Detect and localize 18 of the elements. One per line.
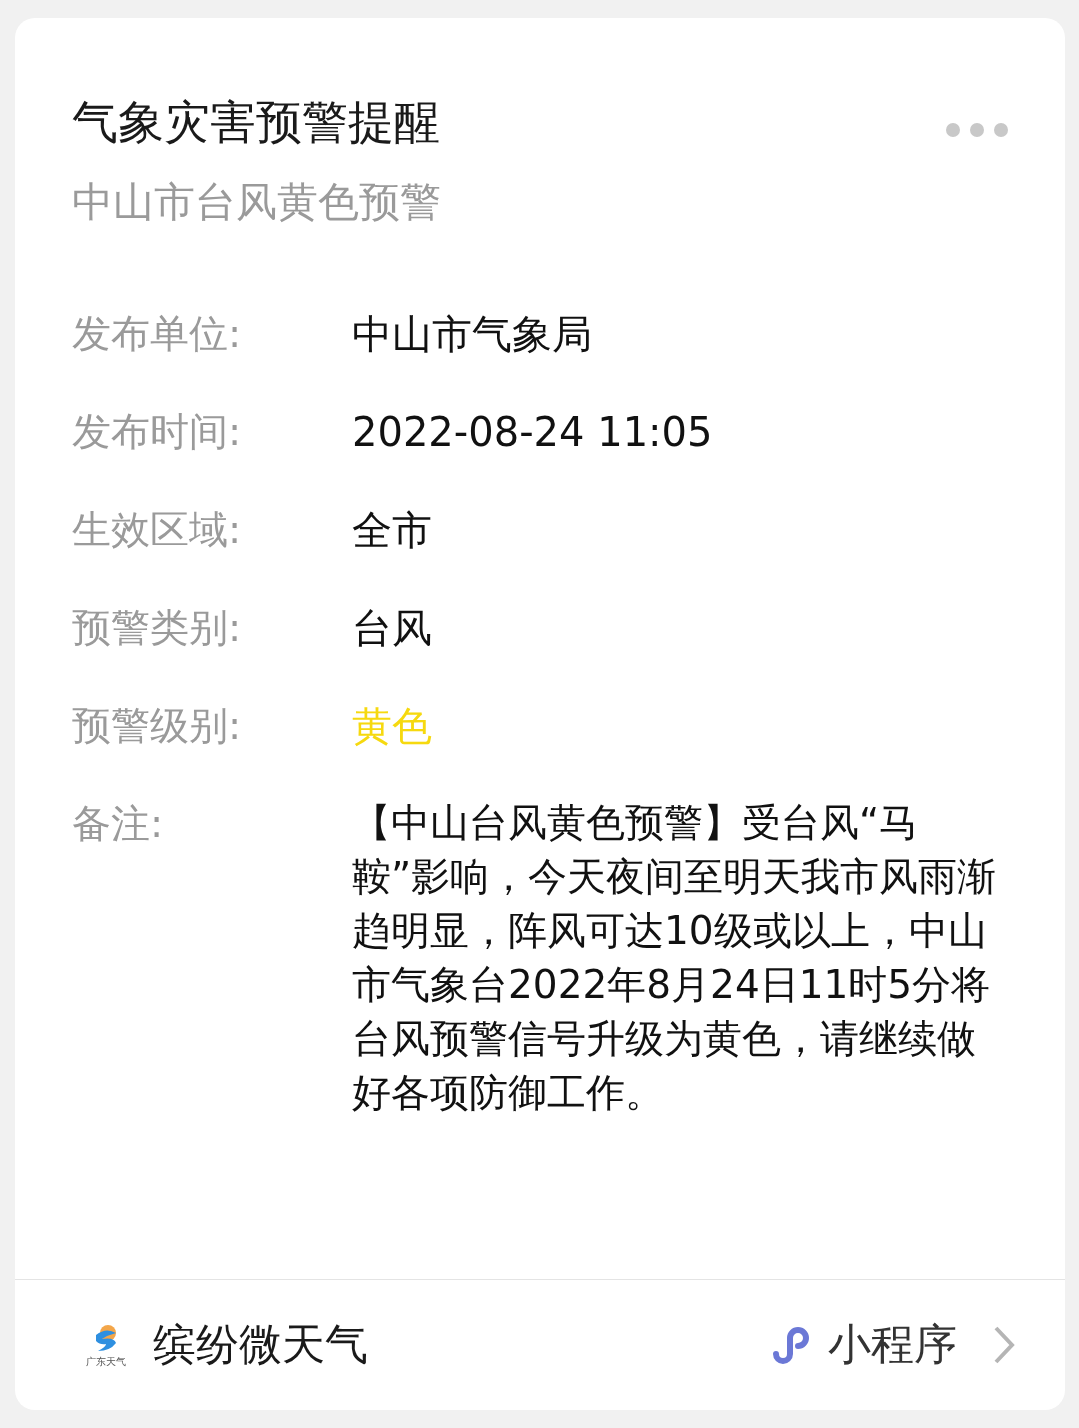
field-label: 发布单位: [72, 310, 243, 358]
field-label: 生效区域: [72, 506, 243, 554]
app-name: 缤纷微天气 [153, 1318, 368, 1371]
field-label: 备注: [72, 800, 165, 848]
note-text: 【中山台风黄色预警】受台风“马鞍”影响，今天夜间至明天我市风雨渐趋明显，阵风可达10级或以上，中山市气象台2022年8月24日11时5分将台风预警信号升级为黄色，请继续做好各项防御工作。 [352, 799, 998, 1117]
card-title: 气象灾害预警提醒 [72, 94, 441, 151]
field-label: 预警类别: [72, 604, 243, 652]
field-value: 中山市气象局 [352, 310, 592, 359]
field-label: 预警级别: [72, 702, 243, 750]
card-subtitle: 中山市台风黄色预警 [72, 177, 442, 228]
mini-program-label: 小程序 [828, 1318, 957, 1371]
field-value: 2022-08-24 11:05 [352, 408, 713, 457]
chevron-right-icon[interactable] [993, 1325, 1015, 1365]
field-label: 发布时间: [72, 408, 243, 456]
field-value: 黄色 [352, 702, 432, 751]
more-icon[interactable] [945, 122, 1009, 138]
field-value: 台风 [352, 604, 432, 653]
field-value: 全市 [352, 506, 432, 555]
